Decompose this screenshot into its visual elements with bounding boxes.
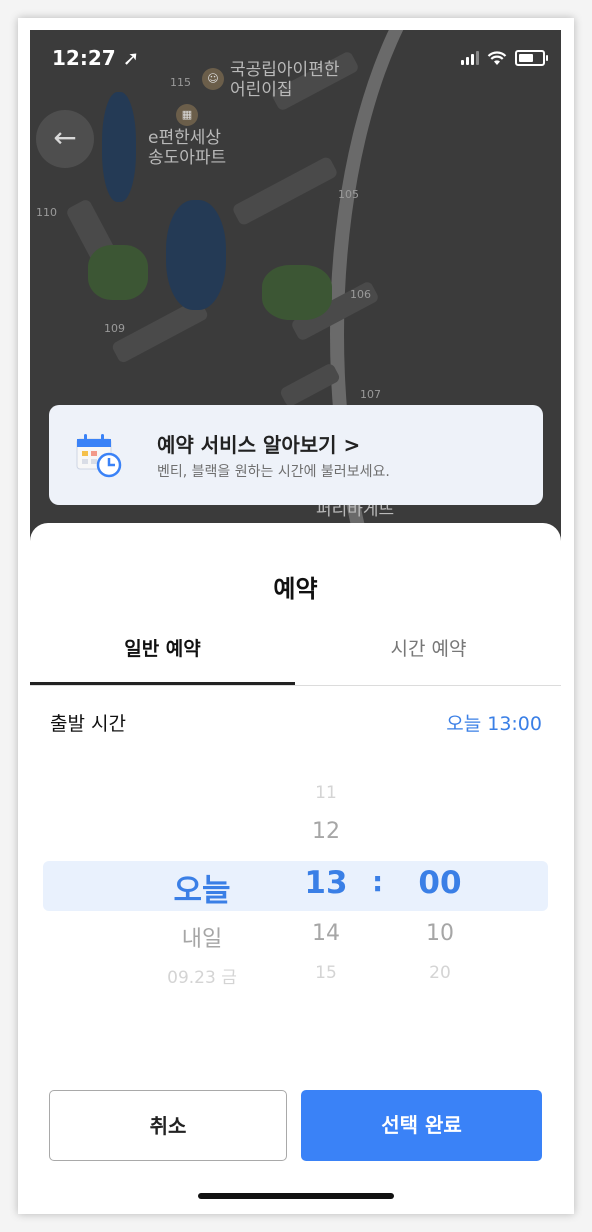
- tab-hourly-reservation[interactable]: 시간 예약: [296, 627, 561, 685]
- picker-minute-option[interactable]: 20: [408, 963, 472, 983]
- picker-hour-option[interactable]: 14: [296, 921, 356, 946]
- calendar-clock-icon: [76, 434, 122, 478]
- map-pond: [102, 92, 136, 202]
- screen: 115 105 110 106 109 107 ☺ 국공립아이편한 어린이집 ▦…: [30, 30, 561, 1202]
- picker-hour-option[interactable]: 11: [296, 783, 356, 803]
- departure-time-label: 출발 시간: [50, 713, 126, 735]
- map-park: [88, 245, 148, 300]
- cancel-button[interactable]: 취소: [49, 1090, 287, 1161]
- picker-day-option[interactable]: 내일: [142, 921, 262, 953]
- sheet-title: 예약: [273, 575, 318, 603]
- picker-day-option[interactable]: 09.23 금: [142, 963, 262, 988]
- map-lot-number: 105: [338, 188, 359, 201]
- picker-minute-selected[interactable]: 00: [408, 865, 472, 901]
- battery-icon: [515, 50, 548, 66]
- map-lot-number: 106: [350, 288, 371, 301]
- picker-hour-option[interactable]: 12: [296, 819, 356, 844]
- map-lot-number: 109: [104, 322, 125, 335]
- picker-colon: :: [372, 865, 384, 898]
- arrow-left-icon: ←: [53, 121, 77, 154]
- device-frame: 115 105 110 106 109 107 ☺ 국공립아이편한 어린이집 ▦…: [18, 18, 574, 1214]
- picker-hour-option[interactable]: 15: [296, 963, 356, 983]
- map-building: [231, 155, 339, 227]
- reservation-promo-card[interactable]: 예약 서비스 알아보기 > 벤티, 블랙을 원하는 시간에 불러보세요.: [49, 405, 543, 505]
- map-lot-number: 107: [360, 388, 381, 401]
- status-bar: 12:27 ➚: [30, 30, 561, 86]
- status-time: 12:27 ➚: [52, 46, 140, 70]
- tab-general-reservation[interactable]: 일반 예약: [30, 627, 295, 685]
- confirm-selection-button[interactable]: 선택 완료: [301, 1090, 542, 1161]
- departure-time-value: 오늘 13:00: [446, 713, 542, 735]
- map-lot-number: 110: [36, 206, 57, 219]
- picker-minute-option[interactable]: 10: [408, 921, 472, 946]
- picker-hour-selected[interactable]: 13: [296, 865, 356, 901]
- apartment-icon[interactable]: ▦: [176, 104, 198, 126]
- time-picker[interactable]: 오늘 내일 09.23 금 11 12 13 14 15 : 00 10 20: [30, 773, 561, 1033]
- reservation-sheet: 예약 일반 예약 시간 예약 출발 시간 오늘 13:00 오늘 내일 09.2…: [30, 523, 561, 1202]
- map-pond: [166, 200, 226, 310]
- promo-subtitle: 벤티, 블랙을 원하는 시간에 불러보세요.: [157, 464, 390, 480]
- cellular-signal-icon: [461, 51, 479, 65]
- wifi-icon: [487, 50, 507, 65]
- status-icons: [461, 50, 548, 66]
- map-park: [262, 265, 332, 320]
- back-button[interactable]: ←: [36, 110, 94, 168]
- promo-title: 예약 서비스 알아보기 >: [157, 433, 361, 457]
- map-poi-apartment[interactable]: e편한세상 송도아파트: [148, 128, 226, 168]
- picker-day-selected[interactable]: 오늘: [142, 865, 262, 910]
- home-indicator: [198, 1193, 394, 1199]
- reservation-tabs: 일반 예약 시간 예약: [30, 627, 561, 686]
